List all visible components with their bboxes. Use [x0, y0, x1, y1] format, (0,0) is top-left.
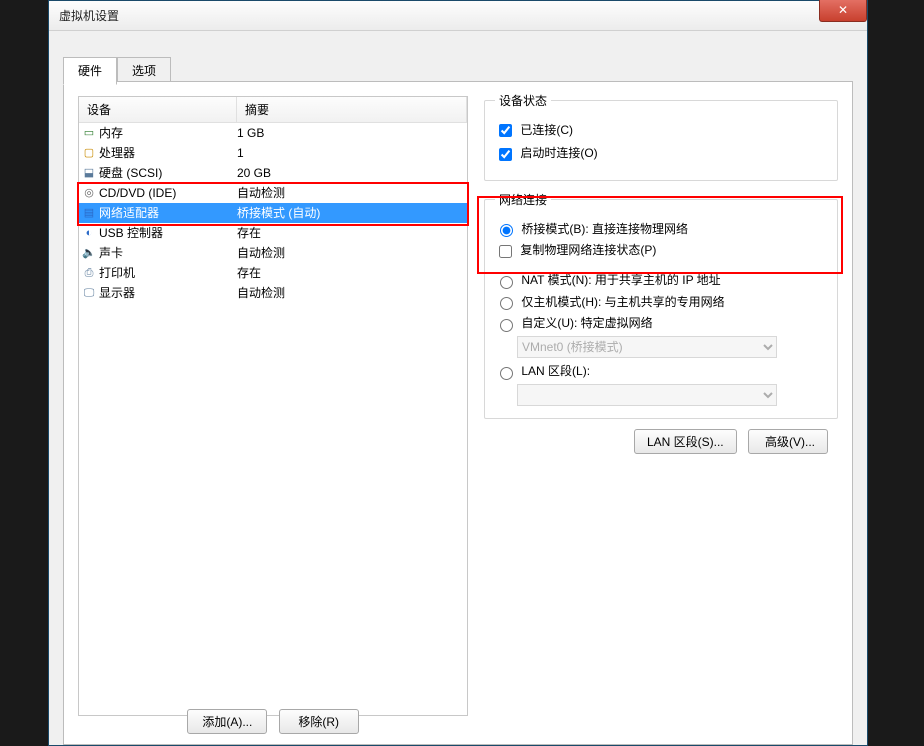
bridged-radio-label[interactable]: 桥接模式(B): 直接连接物理网络: [495, 220, 827, 238]
connect-at-power-text: 启动时连接(O): [520, 146, 597, 160]
device-icon: 🔈: [79, 243, 99, 263]
device-name: 内存: [99, 123, 237, 143]
right-buttons-row: LAN 区段(S)... 高级(V)...: [484, 429, 838, 454]
custom-radio[interactable]: [500, 319, 513, 332]
device-row[interactable]: ▢处理器1: [79, 143, 467, 163]
connect-at-power-checkbox[interactable]: [499, 148, 512, 161]
device-name: CD/DVD (IDE): [99, 183, 237, 203]
device-name: USB 控制器: [99, 223, 237, 243]
device-row[interactable]: ⎙打印机存在: [79, 263, 467, 283]
tabs: 硬件 选项: [63, 57, 171, 84]
lan-segments-button[interactable]: LAN 区段(S)...: [634, 429, 737, 454]
device-status-group: 设备状态 已连接(C) 启动时连接(O): [484, 92, 838, 181]
device-list-header: 设备 摘要: [79, 97, 467, 123]
bridged-radio[interactable]: [500, 224, 513, 237]
custom-vmnet-select: VMnet0 (桥接模式): [517, 336, 777, 358]
custom-radio-label[interactable]: 自定义(U): 特定虚拟网络: [495, 314, 827, 332]
lan-radio-label[interactable]: LAN 区段(L):: [495, 362, 827, 380]
replicate-checkbox-label[interactable]: 复制物理网络连接状态(P): [495, 241, 827, 260]
device-icon: 🖵: [79, 283, 99, 303]
remove-button[interactable]: 移除(R): [279, 709, 359, 734]
device-summary: 存在: [237, 263, 467, 283]
device-icon: ⎙: [79, 263, 99, 283]
device-icon: ◐: [79, 223, 99, 243]
device-status-legend: 设备状态: [495, 92, 551, 109]
close-icon: ✕: [838, 3, 848, 17]
device-name: 声卡: [99, 243, 237, 263]
lan-text: LAN 区段(L):: [521, 364, 590, 378]
device-summary: 20 GB: [237, 163, 467, 183]
device-list: 设备 摘要 ▭内存1 GB▢处理器1⬓硬盘 (SCSI)20 GB◎CD/DVD…: [78, 96, 468, 716]
device-icon: ◎: [79, 183, 99, 203]
device-buttons: 添加(A)... 移除(R): [78, 709, 468, 734]
device-summary: 1 GB: [237, 123, 467, 143]
device-row[interactable]: 🔈声卡自动检测: [79, 243, 467, 263]
titlebar[interactable]: 虚拟机设置 ✕: [49, 1, 867, 31]
device-summary: 桥接模式 (自动): [237, 203, 467, 223]
vm-settings-window: 虚拟机设置 ✕ 硬件 选项 设备 摘要 ▭内存1 GB▢处理器1⬓硬盘 (SCS…: [48, 0, 868, 746]
connected-text: 已连接(C): [520, 123, 573, 137]
tab-hardware[interactable]: 硬件: [63, 57, 117, 85]
bridged-text: 桥接模式(B): 直接连接物理网络: [521, 222, 688, 236]
device-name: 网络适配器: [99, 203, 237, 223]
network-connection-group: 网络连接 桥接模式(B): 直接连接物理网络 复制物理网络连接状态(P) NAT…: [484, 191, 838, 419]
hardware-panel: 设备 摘要 ▭内存1 GB▢处理器1⬓硬盘 (SCSI)20 GB◎CD/DVD…: [63, 81, 853, 745]
column-summary[interactable]: 摘要: [237, 97, 467, 122]
device-summary: 1: [237, 143, 467, 163]
device-name: 打印机: [99, 263, 237, 283]
device-icon: ▭: [79, 123, 99, 143]
device-summary: 自动检测: [237, 183, 467, 203]
device-name: 处理器: [99, 143, 237, 163]
column-device[interactable]: 设备: [79, 97, 237, 122]
lan-segment-select: [517, 384, 777, 406]
device-summary: 自动检测: [237, 283, 467, 303]
close-button[interactable]: ✕: [819, 0, 867, 22]
window-title: 虚拟机设置: [59, 9, 119, 23]
connected-checkbox[interactable]: [499, 124, 512, 137]
device-name: 显示器: [99, 283, 237, 303]
replicate-checkbox[interactable]: [499, 245, 512, 258]
add-button[interactable]: 添加(A)...: [187, 709, 267, 734]
device-icon: ▤: [79, 203, 99, 223]
lan-select-wrap: [517, 384, 827, 406]
device-row[interactable]: ◐USB 控制器存在: [79, 223, 467, 243]
right-pane: 设备状态 已连接(C) 启动时连接(O) 网络连接 桥接模式(B): 直接连接物…: [484, 92, 838, 454]
device-icon: ⬓: [79, 163, 99, 183]
advanced-button[interactable]: 高级(V)...: [748, 429, 828, 454]
device-row[interactable]: ⬓硬盘 (SCSI)20 GB: [79, 163, 467, 183]
custom-text: 自定义(U): 特定虚拟网络: [521, 316, 652, 330]
device-row[interactable]: ◎CD/DVD (IDE)自动检测: [79, 183, 467, 203]
device-row[interactable]: ▭内存1 GB: [79, 123, 467, 143]
nat-text: NAT 模式(N): 用于共享主机的 IP 地址: [521, 273, 720, 287]
nat-radio[interactable]: [500, 276, 513, 289]
device-name: 硬盘 (SCSI): [99, 163, 237, 183]
hostonly-radio[interactable]: [500, 297, 513, 310]
network-connection-legend: 网络连接: [495, 191, 551, 208]
device-rows: ▭内存1 GB▢处理器1⬓硬盘 (SCSI)20 GB◎CD/DVD (IDE)…: [79, 123, 467, 303]
lan-radio[interactable]: [500, 367, 513, 380]
replicate-text: 复制物理网络连接状态(P): [520, 243, 656, 257]
nat-radio-label[interactable]: NAT 模式(N): 用于共享主机的 IP 地址: [495, 271, 827, 289]
connect-at-power-checkbox-label[interactable]: 启动时连接(O): [495, 144, 827, 163]
device-row[interactable]: 🖵显示器自动检测: [79, 283, 467, 303]
device-summary: 自动检测: [237, 243, 467, 263]
tab-options[interactable]: 选项: [117, 57, 171, 84]
hostonly-radio-label[interactable]: 仅主机模式(H): 与主机共享的专用网络: [495, 293, 827, 311]
device-summary: 存在: [237, 223, 467, 243]
device-icon: ▢: [79, 143, 99, 163]
connected-checkbox-label[interactable]: 已连接(C): [495, 121, 827, 140]
hostonly-text: 仅主机模式(H): 与主机共享的专用网络: [521, 295, 724, 309]
device-row[interactable]: ▤网络适配器桥接模式 (自动): [79, 203, 467, 223]
custom-select-wrap: VMnet0 (桥接模式): [517, 336, 827, 358]
